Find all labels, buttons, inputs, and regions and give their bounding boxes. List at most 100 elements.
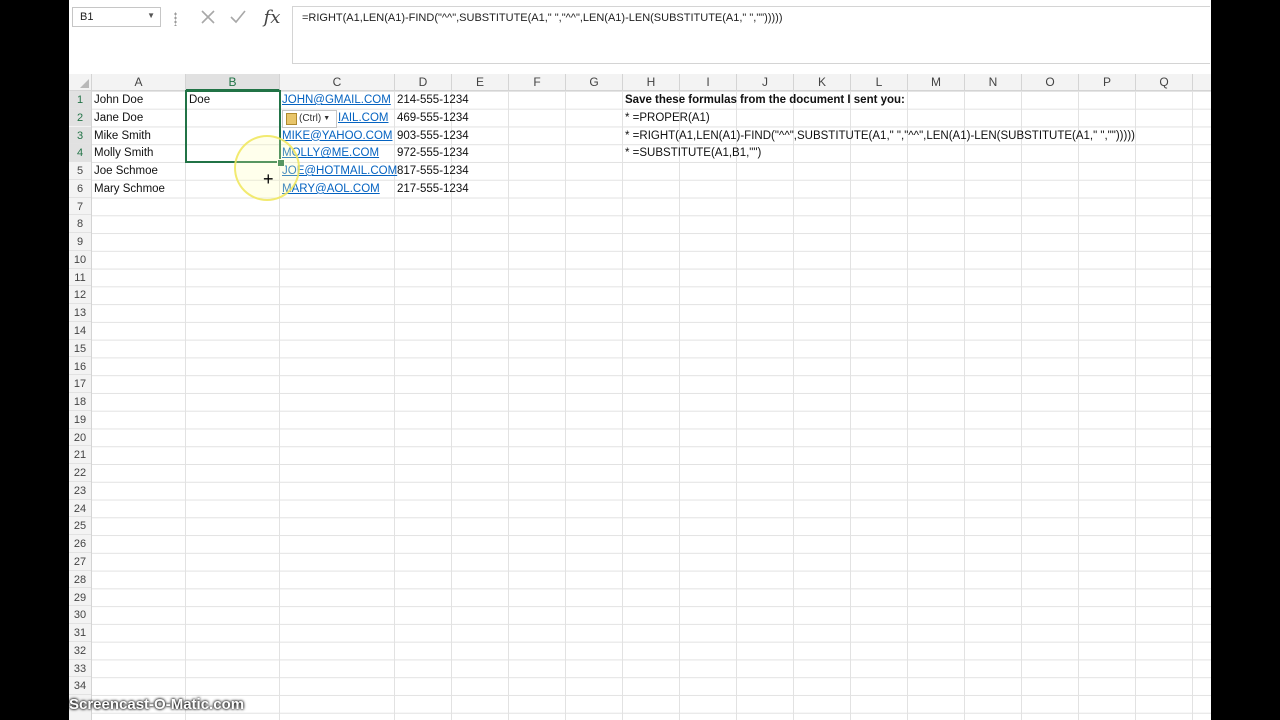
gridline <box>1021 91 1022 720</box>
notes-line: * =RIGHT(A1,LEN(A1)-FIND("^^",SUBSTITUTE… <box>625 129 1135 142</box>
gridline <box>964 91 965 720</box>
row-header-33[interactable]: 33 <box>69 660 91 678</box>
column-header-m[interactable]: M <box>908 74 965 90</box>
gridline <box>508 91 509 720</box>
gridline <box>850 91 851 720</box>
row-header-34[interactable]: 34 <box>69 677 91 696</box>
row-header-1[interactable]: 1 <box>69 91 91 109</box>
formula-bar: B1 ▼ fx =RIGHT(A1,LEN(A1)-FIND("^^",SUBS… <box>69 0 1211 66</box>
row-header-10[interactable]: 10 <box>69 251 91 269</box>
row-header-27[interactable]: 27 <box>69 553 91 571</box>
row-header-26[interactable]: 26 <box>69 535 91 553</box>
notes-line: * =PROPER(A1) <box>625 111 710 124</box>
column-header-o[interactable]: O <box>1022 74 1079 90</box>
row-header-30[interactable]: 30 <box>69 606 91 625</box>
row-header-5[interactable]: 5 <box>69 162 91 180</box>
gridline <box>793 91 794 720</box>
gridline <box>1078 91 1079 720</box>
row-header-25[interactable]: 25 <box>69 517 91 536</box>
column-header-f[interactable]: F <box>509 74 566 90</box>
row-headers: 1 2 3 4 5 6 7 8 9 10 11 12 13 14 15 16 17 18 19 20 21 22 23 24 2… <box>69 91 92 720</box>
cell-email[interactable]: IAIL.COM <box>338 109 388 127</box>
cell-name: Molly Smith <box>94 147 154 160</box>
drag-handle-icon[interactable] <box>174 12 177 26</box>
column-header-n[interactable]: N <box>965 74 1022 90</box>
column-header-a[interactable]: A <box>92 74 186 90</box>
row-header-29[interactable]: 29 <box>69 589 91 607</box>
column-header-k[interactable]: K <box>794 74 851 90</box>
row-header-21[interactable]: 21 <box>69 446 91 465</box>
row-header-18[interactable]: 18 <box>69 393 91 411</box>
cell-email[interactable]: MIKE@YAHOO.COM <box>282 127 393 145</box>
watermark: Screencast-O-Matic.com <box>69 696 245 713</box>
column-header-h[interactable]: H <box>623 74 680 90</box>
row-header-9[interactable]: 9 <box>69 233 91 251</box>
column-header-p[interactable]: P <box>1079 74 1136 90</box>
column-header-q[interactable]: Q <box>1136 74 1193 90</box>
cell-phone: 972-555-1234 <box>397 147 469 160</box>
clipboard-icon <box>286 112 297 125</box>
row-header-31[interactable]: 31 <box>69 624 91 642</box>
row-header-19[interactable]: 19 <box>69 411 91 429</box>
column-header-b[interactable]: B <box>186 74 280 91</box>
row-header-4[interactable]: 4 <box>69 144 91 162</box>
name-box[interactable]: B1 ▼ <box>72 7 161 27</box>
column-header-d[interactable]: D <box>395 74 452 90</box>
row-header-12[interactable]: 12 <box>69 286 91 305</box>
notes-line: * =SUBSTITUTE(A1,B1,"") <box>625 147 762 160</box>
column-header-i[interactable]: I <box>680 74 737 90</box>
paste-options-button[interactable]: (Ctrl) ▼ <box>282 109 337 128</box>
row-header-14[interactable]: 14 <box>69 322 91 340</box>
gridline <box>736 91 737 720</box>
gridline <box>185 91 186 720</box>
name-box-value: B1 <box>80 11 94 23</box>
row-header-28[interactable]: 28 <box>69 571 91 589</box>
column-header-j[interactable]: J <box>737 74 794 90</box>
cell-name: John Doe <box>94 94 144 106</box>
row-header-8[interactable]: 8 <box>69 215 91 234</box>
notes-heading: Save these formulas from the document I … <box>625 94 905 106</box>
row-header-23[interactable]: 23 <box>69 482 91 500</box>
column-headers: ABCDEFGHIJKLMNOPQ <box>92 74 1211 91</box>
row-header-32[interactable]: 32 <box>69 642 91 660</box>
fx-label: fx <box>263 6 281 28</box>
gridline <box>1135 91 1136 720</box>
formula-input[interactable]: =RIGHT(A1,LEN(A1)-FIND("^^",SUBSTITUTE(A… <box>292 6 1210 64</box>
select-all-button[interactable] <box>69 74 92 91</box>
row-header-13[interactable]: 13 <box>69 304 91 322</box>
row-header-15[interactable]: 15 <box>69 340 91 358</box>
cursor-highlight <box>234 134 300 201</box>
row-header-11[interactable]: 11 <box>69 269 91 287</box>
gridline <box>622 91 623 720</box>
fx-icon[interactable]: fx <box>260 6 284 28</box>
row-header-3[interactable]: 3 <box>69 126 91 145</box>
row-header-2[interactable]: 2 <box>69 108 91 127</box>
column-header-c[interactable]: C <box>280 74 395 90</box>
check-icon[interactable] <box>227 6 249 28</box>
cell-email[interactable]: MARY@AOL.COM <box>282 180 380 198</box>
column-header-e[interactable]: E <box>452 74 509 90</box>
worksheet-grid: ABCDEFGHIJKLMNOPQ 1 2 3 4 5 6 7 8 9 10 11 12 13 14 15 1… <box>69 74 1211 720</box>
cell-area[interactable]: John Doe Jane Doe Mike Smith Molly Smith Joe… <box>92 90 1211 720</box>
cell-phone: 469-555-1234 <box>397 111 469 124</box>
column-header-g[interactable]: G <box>566 74 623 90</box>
row-header-24[interactable]: 24 <box>69 500 91 518</box>
gridline <box>1192 91 1193 720</box>
chevron-down-icon[interactable]: ▼ <box>147 11 155 20</box>
row-header-22[interactable]: 22 <box>69 464 91 482</box>
gridline <box>394 91 395 720</box>
gridline <box>565 91 566 720</box>
chevron-down-icon: ▼ <box>323 115 331 123</box>
row-header-16[interactable]: 16 <box>69 358 91 376</box>
row-header-6[interactable]: 6 <box>69 180 91 198</box>
cell-email[interactable]: JOHN@GMAIL.COM <box>282 91 391 109</box>
x-icon[interactable] <box>197 6 219 28</box>
gridline <box>679 91 680 720</box>
column-header-l[interactable]: L <box>851 74 908 90</box>
cell-phone: 214-555-1234 <box>397 94 469 106</box>
cell-phone: 217-555-1234 <box>397 182 469 195</box>
row-header-7[interactable]: 7 <box>69 198 91 216</box>
row-header-17[interactable]: 17 <box>69 375 91 393</box>
row-header-20[interactable]: 20 <box>69 429 91 447</box>
cell-name: Mary Schmoe <box>94 182 165 195</box>
